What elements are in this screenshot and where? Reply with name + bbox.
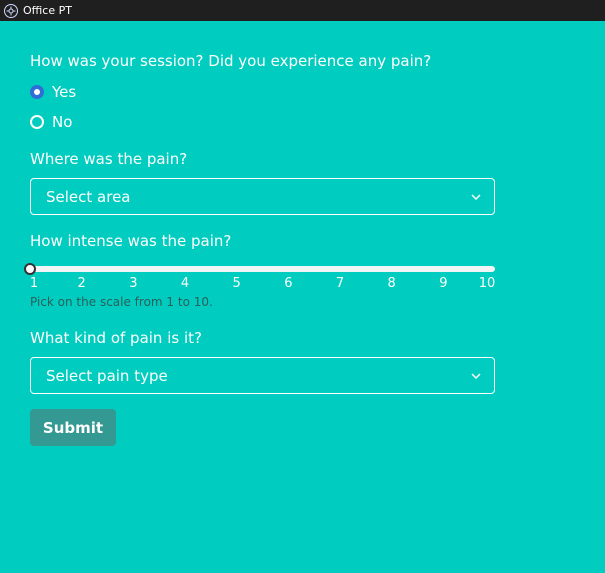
- slider-tick-6: 6: [284, 276, 293, 291]
- radio-no[interactable]: No: [30, 113, 72, 131]
- slider-tick-2: 2: [77, 276, 86, 291]
- slider-tick-10: 10: [478, 276, 496, 291]
- title-bar: Office PT: [0, 0, 605, 21]
- slider-tick-3: 3: [129, 276, 138, 291]
- slider-thumb[interactable]: [24, 263, 36, 275]
- pain-area-select-value: Select area: [46, 187, 131, 206]
- pain-intensity-slider[interactable]: [24, 263, 495, 275]
- radio-yes[interactable]: Yes: [30, 83, 76, 101]
- slider-tick-1: 1: [29, 276, 39, 291]
- question-pain-type: What kind of pain is it?: [30, 329, 202, 347]
- slider-tick-labels: 1 2 3 4 5 6 7 8 9 10: [30, 276, 495, 294]
- chevron-down-icon: [470, 191, 482, 203]
- question-pain-intensity: How intense was the pain?: [30, 232, 232, 250]
- pain-area-select[interactable]: Select area: [30, 178, 495, 215]
- slider-tick-8: 8: [387, 276, 396, 291]
- pain-type-select[interactable]: Select pain type: [30, 357, 495, 394]
- radio-no-indicator[interactable]: [30, 115, 44, 129]
- question-session-pain: How was your session? Did you experience…: [30, 52, 432, 70]
- window-title: Office PT: [23, 4, 72, 17]
- app-logo-icon: [4, 3, 18, 18]
- radio-no-label: No: [52, 113, 73, 131]
- slider-tick-9: 9: [439, 276, 448, 291]
- chevron-down-icon: [470, 370, 482, 382]
- radio-yes-indicator[interactable]: [30, 85, 44, 99]
- slider-helper-text: Pick on the scale from 1 to 10.: [30, 295, 213, 309]
- pain-type-select-value: Select pain type: [46, 366, 168, 385]
- slider-tick-4: 4: [180, 276, 190, 291]
- slider-track[interactable]: [30, 266, 495, 272]
- slider-tick-5: 5: [232, 276, 241, 291]
- slider-tick-7: 7: [335, 276, 345, 291]
- question-pain-area: Where was the pain?: [30, 150, 188, 168]
- radio-yes-label: Yes: [52, 83, 77, 101]
- submit-button[interactable]: Submit: [30, 409, 116, 446]
